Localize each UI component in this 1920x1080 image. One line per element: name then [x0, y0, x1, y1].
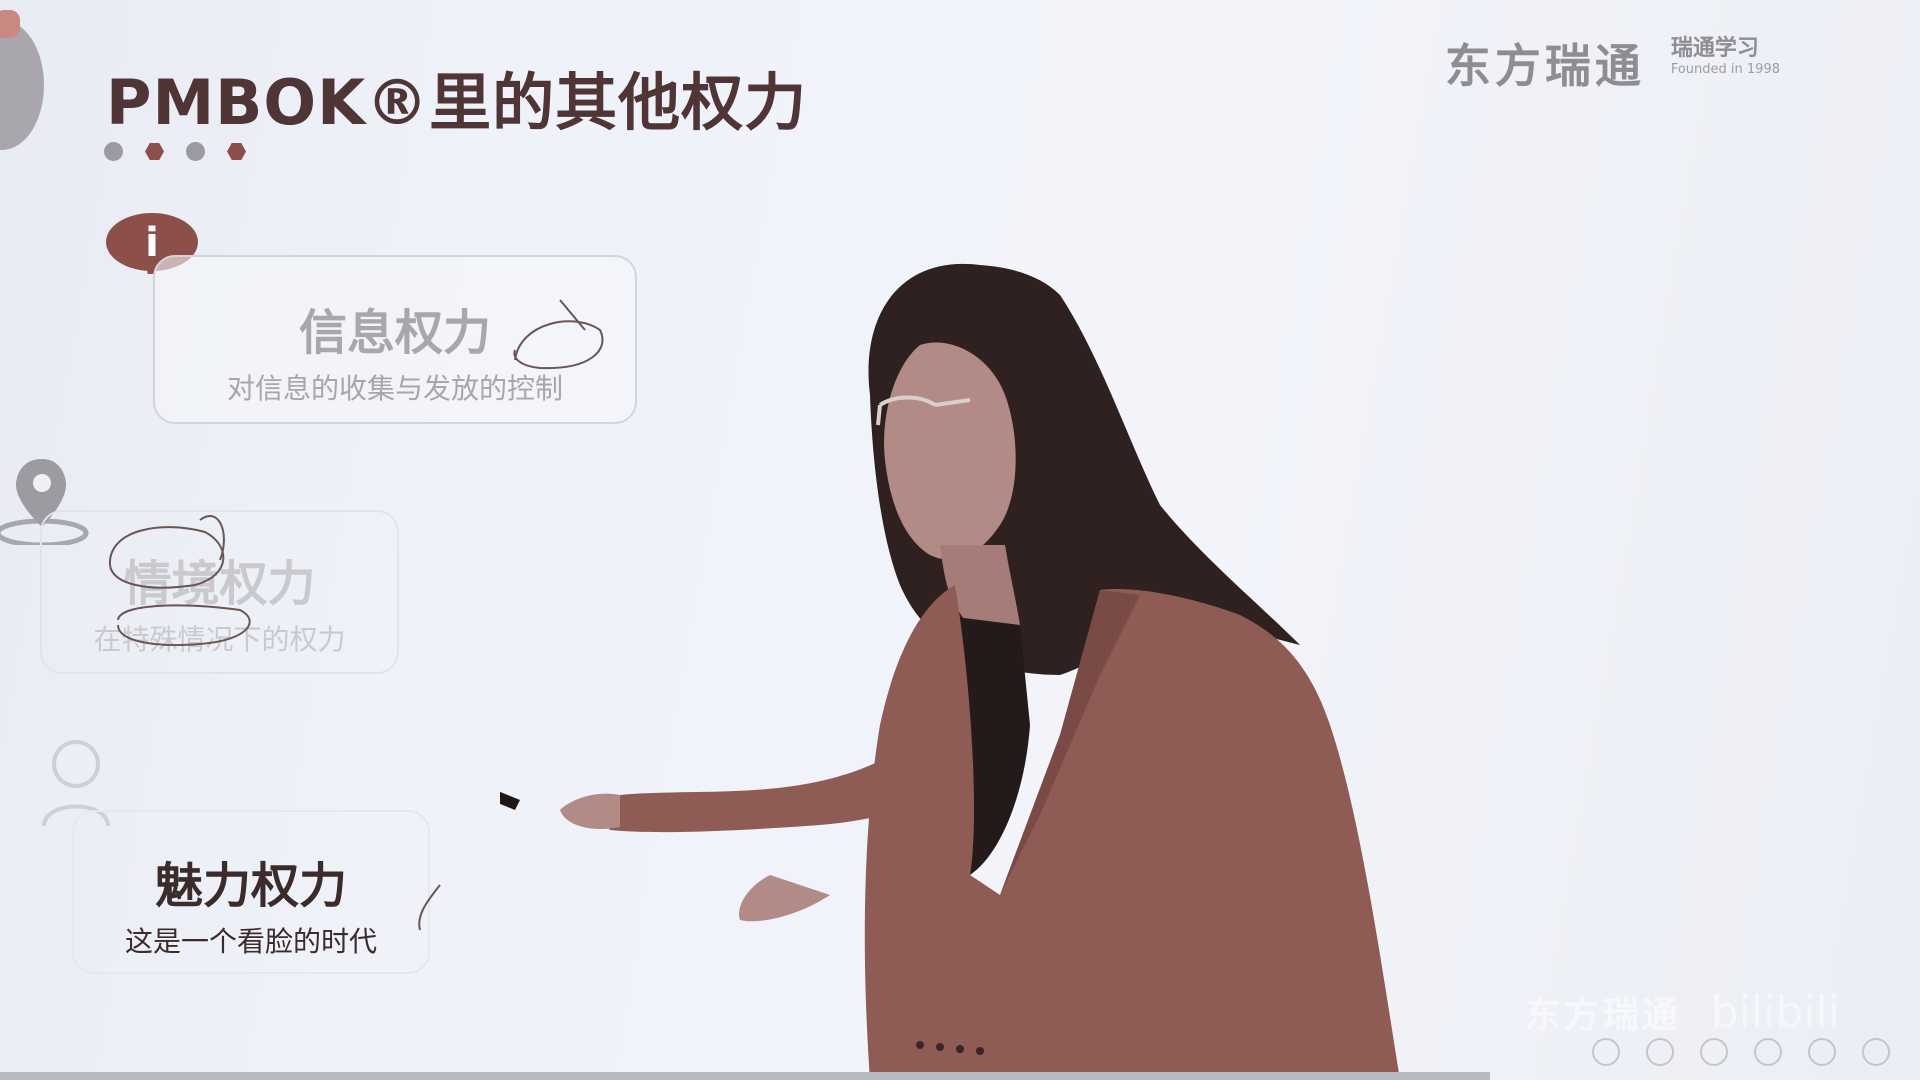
brand-logo: 东方瑞通 瑞通学习 Founded in 1998	[1445, 30, 1780, 96]
brand-sub-title: 瑞通学习	[1670, 36, 1759, 61]
title-dots	[104, 142, 246, 161]
card-situational-power: 情境权力 在特殊情况下的权力	[40, 510, 399, 674]
dot	[145, 142, 164, 161]
slide-title: PMBOK®里的其他权力	[106, 66, 808, 139]
brand-name: 东方瑞通	[1444, 39, 1645, 93]
brand-founded: Founded in 1998	[1670, 62, 1780, 77]
watermark-site: bilibili	[1710, 986, 1840, 1038]
card-title: 魅力权力	[154, 858, 347, 914]
corner-chip	[0, 10, 20, 38]
settings-icon[interactable]	[1862, 1038, 1890, 1066]
pen-tool-icon[interactable]	[1592, 1038, 1620, 1066]
eraser-tool-icon[interactable]	[1646, 1038, 1674, 1066]
brand-sub: 瑞通学习 Founded in 1998	[1671, 30, 1780, 77]
player-toolbar[interactable]	[1592, 1038, 1890, 1066]
progress-bar[interactable]	[0, 1072, 1490, 1080]
dot	[227, 142, 246, 161]
next-icon[interactable]	[1808, 1038, 1836, 1066]
prev-icon[interactable]	[1754, 1038, 1782, 1066]
dot	[186, 142, 205, 161]
watermark-brand: 东方瑞通	[1524, 995, 1681, 1036]
card-desc: 这是一个看脸的时代	[124, 925, 377, 958]
info-glyph: i	[145, 220, 159, 266]
shape-tool-icon[interactable]	[1700, 1038, 1728, 1066]
card-charisma-power: 魅力权力 这是一个看脸的时代	[72, 810, 430, 974]
presenter-figure	[500, 263, 1400, 1080]
video-watermark: 东方瑞通 bilibili	[1525, 986, 1840, 1038]
dot	[104, 142, 123, 161]
card-title: 情境权力	[123, 556, 316, 612]
card-desc: 在特殊情况下的权力	[93, 623, 346, 656]
